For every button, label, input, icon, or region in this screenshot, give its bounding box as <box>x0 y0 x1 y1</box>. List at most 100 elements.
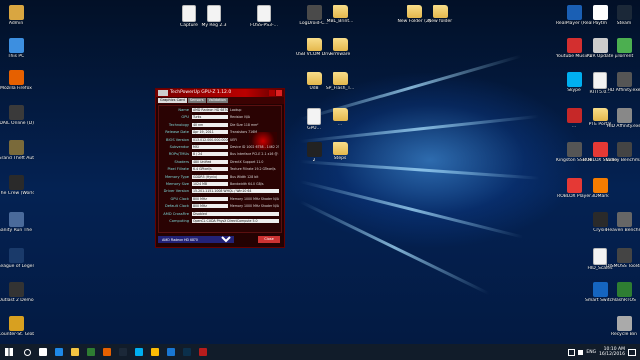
gpuz-row-extra: Memory 1000 MHz Shader N/A <box>230 204 279 209</box>
folder-icon <box>306 38 322 51</box>
app-icon <box>616 72 632 87</box>
desktop-icon[interactable]: Sanity Run The Third <box>0 212 34 233</box>
desktop-icon[interactable]: Firmware <box>322 38 358 57</box>
taskbar-steam-button[interactable] <box>116 345 130 359</box>
gpuz-row-label: GPU Clock <box>170 196 190 201</box>
gpuz-footer: AMD Radeon HD 6870 Close <box>158 236 282 245</box>
gpuz-row-value: OpenCL CUDA PhysX DirectCompute 5.0 <box>192 219 279 223</box>
desktop-icon[interactable]: FOSS-PS3-... <box>246 5 282 28</box>
firefox-icon <box>103 348 111 356</box>
clock-date: 16/12/2016 <box>599 352 625 357</box>
gpuz-row: Memory Size 1024 MB Bandwidth 64.0 GB/s <box>161 181 279 187</box>
taskbar-mail-button[interactable] <box>164 345 178 359</box>
taskbar-file-explorer-button[interactable] <box>68 345 82 359</box>
gpuz-row: Driver Version 15.201.1151.1008 WHQL / Wi… <box>161 188 279 194</box>
desktop-icon[interactable]: FlashRTOS <box>606 282 640 303</box>
desktop-icon[interactable]: SP_Flash_T... <box>322 72 358 91</box>
desktop-icon[interactable]: Valley Benchma... <box>606 142 640 163</box>
taskbar-edge-button[interactable] <box>52 345 66 359</box>
desktop-icon[interactable]: 3DMark <box>582 178 618 199</box>
taskbar-task-view-button[interactable] <box>36 345 50 359</box>
gpuz-row-extra: Lookup <box>230 108 242 112</box>
desktop-icon[interactable]: Steam <box>606 5 640 26</box>
app-icon <box>8 282 24 297</box>
desktop-icon[interactable]: DISMOSS Tool4 Line <box>606 248 640 269</box>
desktop-icon-label: Grand Theft Auto V <box>0 156 34 161</box>
desktop-icon[interactable]: Counter-St. Global Offe... <box>0 316 34 337</box>
gpuz-titlebar[interactable]: TechPowerUp GPU-Z 1.12.0 <box>156 89 284 97</box>
taskbar-skype-button[interactable] <box>132 345 146 359</box>
app-icon <box>566 5 582 20</box>
start-button[interactable] <box>0 344 18 360</box>
gpuz-row-label: Shaders <box>174 159 189 164</box>
desktop-icon-label: 3DMark <box>591 194 609 199</box>
taskbar-chrome-button[interactable] <box>148 345 162 359</box>
system-tray: ENG 10:10 AM 16/12/2016 <box>568 344 636 360</box>
gpuz-row-label: Pixel Fillrate <box>167 167 189 172</box>
desktop-icon[interactable]: µTorrent <box>606 38 640 59</box>
gpuz-row-label: Release Date <box>165 130 189 135</box>
taskbar-search-button[interactable] <box>20 345 34 359</box>
close-icon[interactable] <box>276 90 282 96</box>
gpuz-row-extra: Texture Fillrate 19.2 GTexel/s <box>230 167 276 172</box>
desktop-icon[interactable]: Admin <box>0 5 34 26</box>
desktop-icon[interactable]: My Reg 2.3 <box>196 5 232 28</box>
desktop-icon[interactable]: The Crew (Worldwide) <box>0 175 34 196</box>
desktop-icon-label: Mozilla Firefox <box>0 86 32 91</box>
file-icon <box>307 108 321 125</box>
desktop-icon-label: IDAIL Online (D) <box>0 121 34 126</box>
desktop-icon-label: Counter-St. Global Offe... <box>0 332 34 337</box>
tab-graphics-card[interactable]: Graphics Card <box>158 98 187 103</box>
desktop-icon[interactable]: Heaven Benchma... <box>606 212 640 233</box>
taskbar-store-button[interactable] <box>84 345 98 359</box>
app-icon <box>566 72 582 87</box>
volume-icon[interactable] <box>578 349 584 355</box>
app-icon <box>566 108 582 123</box>
app-icon <box>8 175 24 190</box>
desktop-icon[interactable]: ... <box>322 108 358 127</box>
desktop-icon[interactable]: Steps <box>322 142 358 161</box>
gpuz-window[interactable]: TechPowerUp GPU-Z 1.12.0 Graphics Card S… <box>155 88 285 248</box>
folder-icon <box>332 108 348 121</box>
mail-icon <box>167 348 175 356</box>
network-icon[interactable] <box>568 348 576 356</box>
desktop-icon-label: New folder <box>427 19 453 24</box>
taskbar-gpuz-button[interactable] <box>196 345 210 359</box>
desktop-icon[interactable]: Grand Theft Auto V <box>0 140 34 161</box>
notifications-icon[interactable] <box>628 348 636 356</box>
clock[interactable]: 10:10 AM 16/12/2016 <box>599 347 625 357</box>
gpuz-row-value: 1024 MB <box>192 182 228 186</box>
desktop-icon-label: Outlast 2 Demo <box>0 298 34 303</box>
taskbar-photoshop-button[interactable] <box>180 345 194 359</box>
language-indicator[interactable]: ENG <box>586 350 596 355</box>
desktop-icon-label: The Crew (Worldwide) <box>0 191 34 196</box>
desktop-icon[interactable]: Outlast 2 Demo <box>0 282 34 303</box>
desktop-icon[interactable]: This PC <box>0 38 34 59</box>
desktop-icon[interactable]: HID Affinity.exe <box>606 108 640 129</box>
gpuz-row-label: AMD CrossFire <box>163 211 189 216</box>
desktop-icon[interactable]: HD Affinity.exe <box>606 72 640 93</box>
windows-icon <box>5 348 13 356</box>
desktop-icon[interactable]: New folder <box>422 5 458 24</box>
tab-sensors[interactable]: Sensors <box>187 98 206 103</box>
gpuz-row-label: BIOS Version <box>166 137 189 142</box>
desktop-icon[interactable]: MBL_Brint... <box>322 5 358 24</box>
store-icon <box>87 348 95 356</box>
gpuz-row-value: 40 nm <box>192 122 228 127</box>
desktop-icon[interactable]: IDAIL Online (D) <box>0 105 34 126</box>
close-button[interactable]: Close <box>258 236 280 243</box>
taskbar-firefox-button[interactable] <box>100 345 114 359</box>
app-icon <box>616 212 632 227</box>
desktop-icon-label: ... <box>337 122 343 127</box>
card-select[interactable]: AMD Radeon HD 6870 <box>158 236 234 243</box>
gpuz-row: Default Clock 800 MHz Memory 1000 MHz Shad… <box>161 203 279 209</box>
tab-validation[interactable]: Validation <box>206 98 228 103</box>
minimize-button[interactable] <box>269 90 275 96</box>
desktop-icon[interactable]: League of Legends <box>0 248 34 269</box>
gpuz-row: Technology 40 nm Die Size 118 mm² <box>161 122 279 128</box>
folder-icon <box>332 38 348 51</box>
app-icon <box>616 38 632 53</box>
desktop-icon[interactable]: Mozilla Firefox <box>0 70 34 91</box>
taskbar: ENG 10:10 AM 16/12/2016 <box>0 344 640 360</box>
desktop-icon[interactable]: Recycle Bin <box>606 316 640 337</box>
